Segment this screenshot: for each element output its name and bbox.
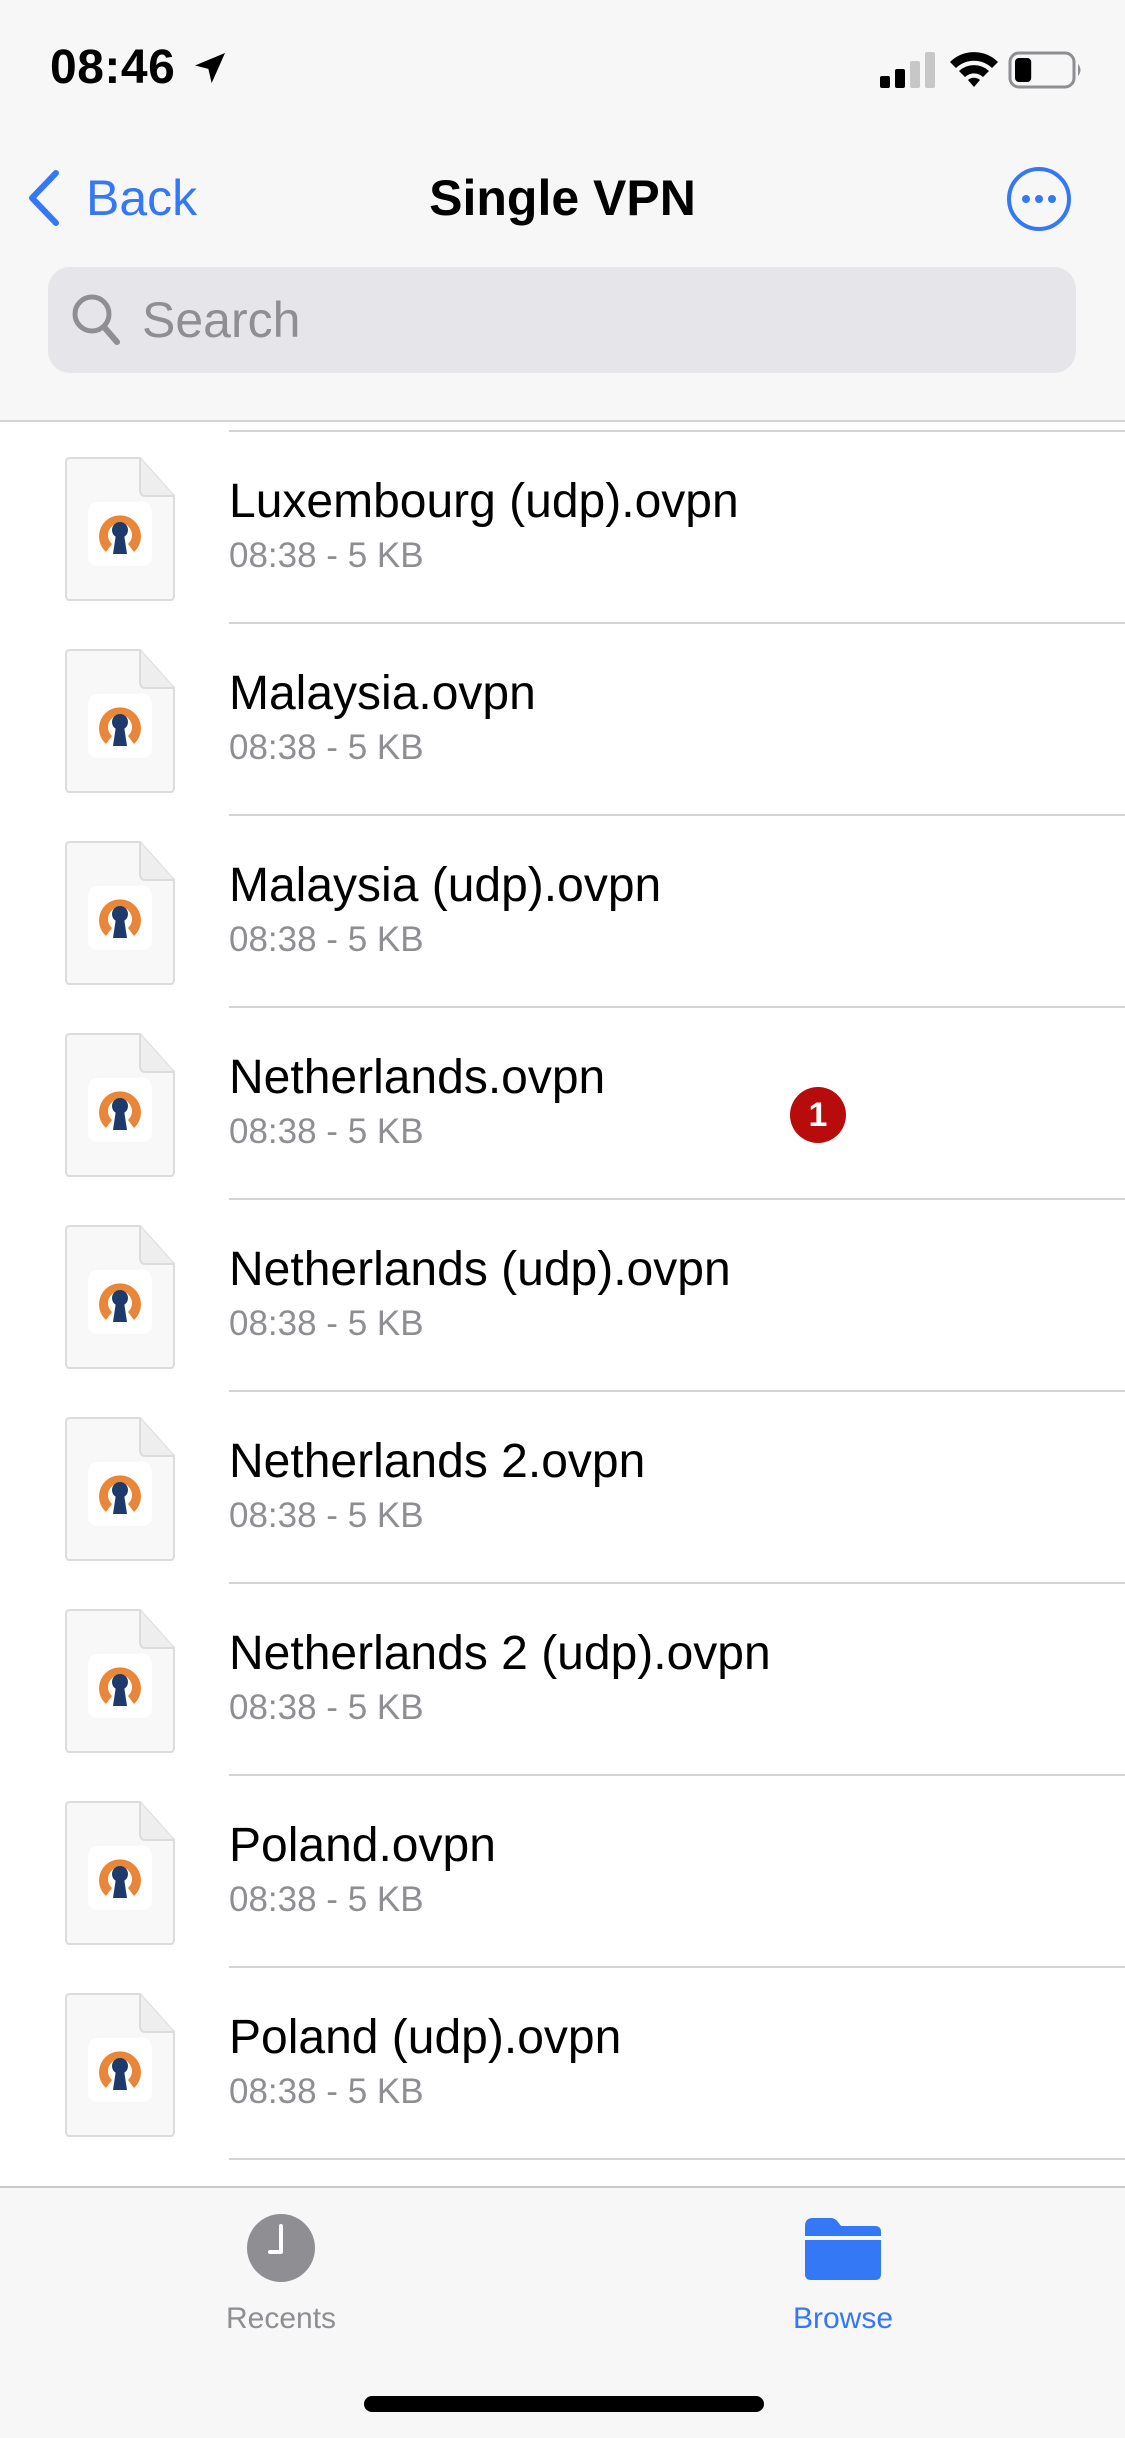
file-row[interactable]: Netherlands.ovpn 08:38 - 5 KB 1 <box>0 1008 1125 1200</box>
file-name: Poland.ovpn <box>229 1819 496 1872</box>
file-row[interactable]: Netherlands 2 (udp).ovpn 08:38 - 5 KB <box>0 1584 1125 1776</box>
chevron-left-icon <box>29 170 59 226</box>
ovpn-file-icon <box>65 457 175 601</box>
file-name: Netherlands (udp).ovpn <box>229 1243 731 1296</box>
tab-recents-label: Recents <box>225 2302 337 2335</box>
file-meta: 08:38 - 5 KB <box>229 1112 424 1151</box>
back-label: Back <box>86 170 198 226</box>
file-name: Luxembourg (udp).ovpn <box>229 475 739 528</box>
file-name: Netherlands 2 (udp).ovpn <box>229 1627 771 1680</box>
file-meta: 08:38 - 5 KB <box>229 1880 424 1919</box>
file-name: Netherlands 2.ovpn <box>229 1435 646 1488</box>
tab-browse[interactable]: Browse <box>703 2212 983 2336</box>
ovpn-file-icon <box>65 1993 175 2137</box>
ovpn-file-icon <box>65 1417 175 1561</box>
file-name: Poland (udp).ovpn <box>229 2011 622 2064</box>
file-meta: 08:38 - 5 KB <box>229 536 424 575</box>
file-meta: 08:38 - 5 KB <box>229 1304 424 1343</box>
ovpn-file-icon <box>65 841 175 985</box>
signal-bar <box>925 52 935 88</box>
search-bar[interactable] <box>48 267 1076 373</box>
ovpn-file-icon <box>65 1225 175 1369</box>
notification-badge: 1 <box>790 1087 846 1143</box>
file-row[interactable]: Netherlands (udp).ovpn 08:38 - 5 KB <box>0 1200 1125 1392</box>
more-options-button[interactable] <box>1006 166 1072 232</box>
signal-bar <box>880 76 890 88</box>
file-name: Malaysia (udp).ovpn <box>229 859 662 912</box>
back-button[interactable]: Back <box>26 168 197 228</box>
folder-icon <box>805 2218 881 2280</box>
wifi-icon <box>950 52 998 87</box>
ovpn-file-icon <box>65 1609 175 1753</box>
ovpn-file-icon <box>65 1801 175 1945</box>
file-row[interactable]: Luxembourg (udp).ovpn 08:38 - 5 KB <box>0 432 1125 624</box>
signal-bar <box>910 61 920 88</box>
search-input[interactable] <box>140 290 1044 350</box>
file-meta: 08:38 - 5 KB <box>229 1496 424 1535</box>
signal-bar <box>895 69 905 88</box>
tab-browse-label: Browse <box>792 2302 894 2335</box>
file-meta: 08:38 - 5 KB <box>229 1688 424 1727</box>
file-name: Netherlands.ovpn <box>229 1051 606 1104</box>
battery-icon <box>1008 51 1081 89</box>
file-row[interactable]: Malaysia (udp).ovpn 08:38 - 5 KB <box>0 816 1125 1008</box>
file-row[interactable]: Poland (udp).ovpn 08:38 - 5 KB <box>0 1968 1125 2160</box>
tab-recents[interactable]: Recents <box>141 2212 421 2336</box>
file-name: Malaysia.ovpn <box>229 667 536 720</box>
file-row[interactable]: Poland.ovpn 08:38 - 5 KB <box>0 1776 1125 1968</box>
file-row[interactable]: Malaysia.ovpn 08:38 - 5 KB <box>0 624 1125 816</box>
file-meta: 08:38 - 5 KB <box>229 2072 424 2111</box>
status-time: 08:46 <box>50 41 176 94</box>
clock-icon <box>247 2214 315 2282</box>
file-meta: 08:38 - 5 KB <box>229 728 424 767</box>
ovpn-file-icon <box>65 1033 175 1177</box>
search-icon <box>72 294 120 345</box>
file-row[interactable]: Netherlands 2.ovpn 08:38 - 5 KB <box>0 1392 1125 1584</box>
file-list: Luxembourg (udp).ovpn 08:38 - 5 KB Malay… <box>0 432 1125 2160</box>
row-divider <box>229 2158 1125 2160</box>
home-indicator[interactable] <box>364 2396 764 2412</box>
location-arrow-icon <box>195 53 225 83</box>
navigation-header: 08:46 Back Single VPN <box>0 0 1125 422</box>
cellular-signal-icon <box>880 52 935 88</box>
ovpn-file-icon <box>65 649 175 793</box>
file-meta: 08:38 - 5 KB <box>229 920 424 959</box>
